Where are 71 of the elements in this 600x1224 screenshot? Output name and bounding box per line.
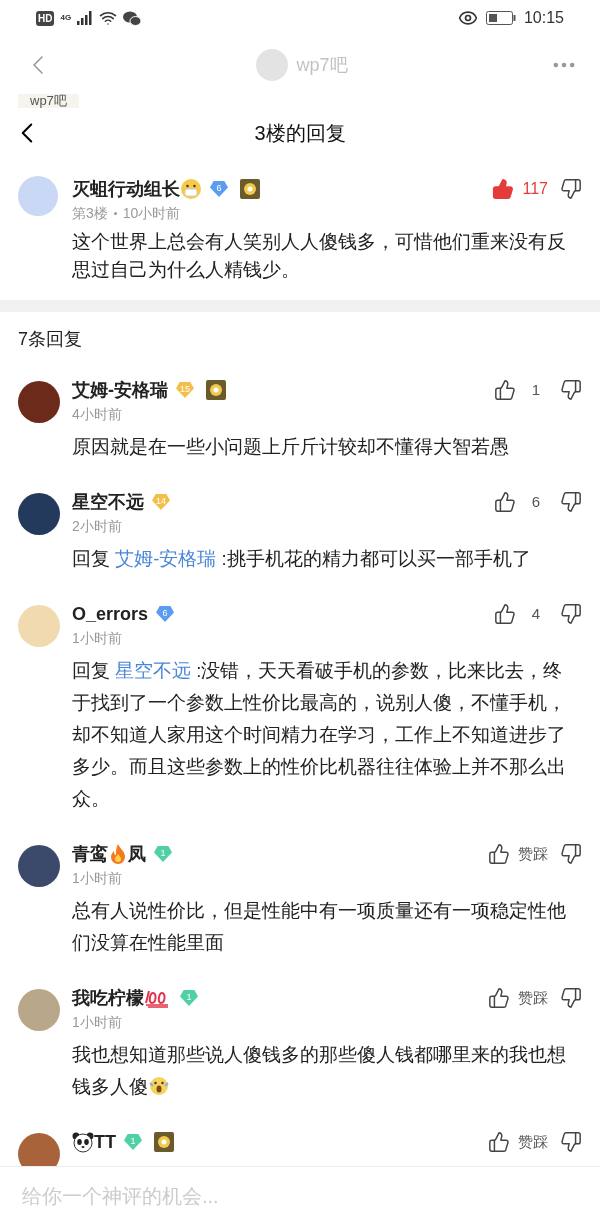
thumbs-down-icon[interactable]: [560, 987, 582, 1009]
level-badge: 1: [154, 846, 172, 862]
user-name[interactable]: 我吃柠檬: [72, 984, 144, 1012]
panda-emoji-icon: [72, 1131, 94, 1153]
like-count: 1: [530, 379, 542, 400]
user-link[interactable]: 星空不远: [115, 660, 197, 681]
page-title: 3楼的回复: [254, 121, 346, 146]
wifi-icon: [99, 9, 118, 27]
chat-bubbles-icon: [123, 10, 142, 26]
clock-time: 10:15: [523, 8, 564, 28]
like-count: 4: [530, 603, 542, 624]
timestamp: 4小时前: [72, 405, 123, 424]
thumbs-down-icon[interactable]: [560, 603, 582, 625]
scream-face-emoji-icon: [148, 1074, 170, 1096]
level-badge: 14: [152, 494, 170, 510]
timestamp: 1小时前: [72, 1013, 123, 1032]
level-badge: 6: [210, 181, 228, 197]
reply-text: 原因就是在一些小问题上斤斤计较却不懂得大智若愚: [72, 435, 510, 459]
post-text: 这个世界上总会有人笑别人人傻钱多，可惜他们重来没有反思过自己为什么人精钱少。: [72, 230, 567, 282]
user-name[interactable]: 灭蛆行动组长: [72, 175, 180, 203]
reply-text: 我也想知道那些说人傻钱多的那些傻人钱都哪里来的我也想钱多人傻: [72, 1043, 567, 1099]
thumbs-down-icon[interactable]: [560, 491, 582, 513]
thumbs-up-icon[interactable]: [494, 603, 516, 625]
reply-text: 总有人说性价比，但是性能中有一项质量还有一项稳定性他们没算在性能里面: [72, 899, 567, 955]
forum-title: wp7吧: [296, 53, 348, 77]
user-name[interactable]: O_errors: [72, 600, 149, 628]
thumbs-up-icon[interactable]: [488, 843, 510, 865]
user-name[interactable]: 凤: [128, 840, 146, 868]
eye-icon: [457, 8, 478, 28]
level-badge: 15: [176, 382, 194, 398]
user-name[interactable]: 青鸾: [72, 840, 108, 868]
thumbs-down-icon[interactable]: [560, 1131, 582, 1153]
timestamp: 1小时前: [72, 629, 123, 648]
timestamp: 2小时前: [72, 517, 123, 536]
like-count: 117: [522, 179, 548, 199]
thumbs-up-icon[interactable]: [494, 379, 516, 401]
level-badge: 6: [156, 606, 175, 622]
floor-number: 第3楼: [72, 203, 108, 223]
thumbs-up-icon[interactable]: [494, 491, 516, 513]
reply-text: 回复 星空不远 :没错，天天看破手机的参数，比来比去，终于找到了一个参数上性价比最高的，说别人傻，不懂手机，却不知道人家用这个时间精力在学习，工作上不知道进步了多少。而且这些参数上的性价比机器往往体验上并不那么出众。: [72, 659, 567, 811]
timestamp: 1小时前: [72, 869, 123, 888]
thumbs-down-icon[interactable]: [560, 379, 582, 401]
like-count: 赞踩: [518, 843, 548, 864]
hd-indicator: HD: [36, 10, 55, 26]
signal-icon: [77, 11, 94, 25]
like-count: 赞踩: [518, 1131, 548, 1152]
level-badge: 1: [180, 990, 198, 1006]
thumbs-down-icon[interactable]: [560, 843, 582, 865]
user-link[interactable]: 艾姆-安格瑞: [115, 548, 222, 569]
network-type: 4G: [60, 12, 72, 24]
thumbs-down-icon[interactable]: [560, 178, 582, 200]
avatar-placeholder[interactable]: [18, 845, 60, 887]
fire-emoji-icon: [108, 843, 128, 865]
battery-icon: [485, 11, 516, 25]
timestamp: 10小时前: [122, 203, 181, 223]
user-name[interactable]: 艾姆-安格瑞: [72, 376, 168, 404]
user-name[interactable]: TT: [94, 1128, 116, 1156]
reply-text: 回复 艾姆-安格瑞 :挑手机花的精力都可以买一部手机了: [72, 547, 532, 571]
user-name[interactable]: 星空不远: [72, 488, 144, 516]
thumbs-up-icon[interactable]: [488, 1131, 510, 1153]
forum-logo-placeholder: [256, 49, 289, 81]
avatar-placeholder[interactable]: [18, 381, 60, 423]
mask-face-emoji-icon: [180, 178, 202, 200]
level-badge: 1: [124, 1134, 142, 1150]
like-count: 6: [530, 491, 542, 512]
reply-count: 7条回复: [18, 328, 82, 351]
like-count: 赞踩: [518, 987, 548, 1008]
avatar-placeholder[interactable]: [18, 493, 60, 535]
thumbs-up-icon[interactable]: [488, 987, 510, 1009]
forum-tag: wp7吧: [18, 94, 79, 108]
thumbs-up-icon[interactable]: [492, 178, 515, 200]
